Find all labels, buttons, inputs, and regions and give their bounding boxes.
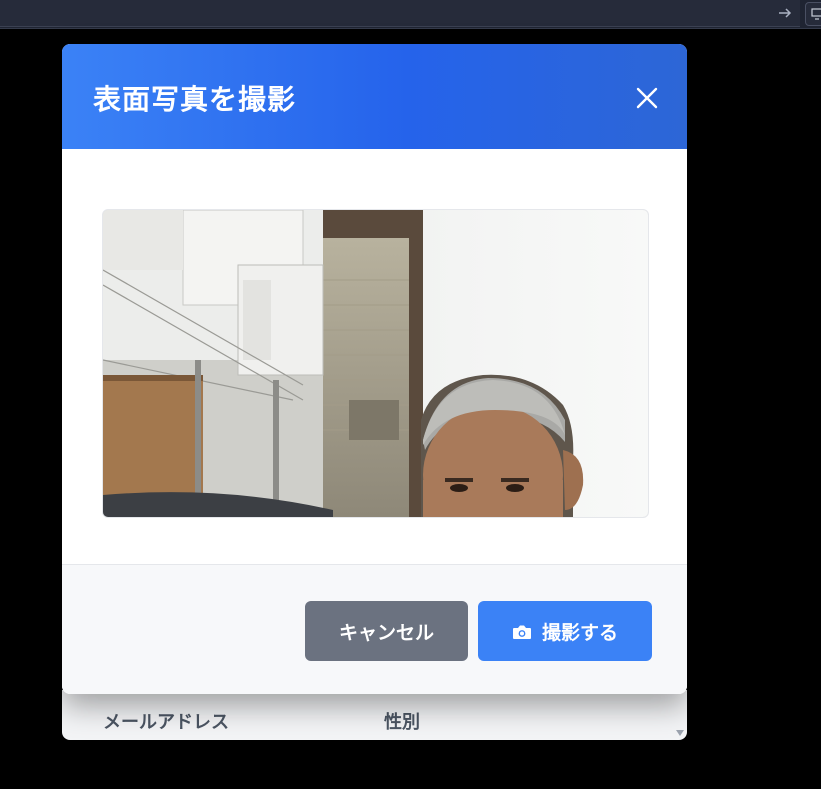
camera-feed-image [103,210,648,517]
capture-button-label: 撮影する [541,621,618,644]
photo-capture-modal: 表面写真を撮影 キャンセル 撮影する [62,44,687,694]
modal-body [62,149,687,564]
address-bar[interactable] [0,0,800,27]
close-icon [636,87,658,109]
modal-title: 表面写真を撮影 [93,83,297,116]
arrow-right-icon[interactable] [776,4,794,22]
background-table-header: メールアドレス 性別 [62,690,687,740]
browser-toolbar [0,0,821,29]
column-header-email: メールアドレス [103,712,229,733]
camera-preview [102,209,649,518]
cancel-button-label: キャンセル [338,621,434,644]
monitor-icon[interactable] [805,2,821,26]
cancel-button[interactable]: キャンセル [305,601,468,661]
column-header-gender: 性別 [384,712,420,733]
scroll-down-icon[interactable] [676,730,684,736]
modal-footer: キャンセル 撮影する [62,564,687,694]
modal-header: 表面写真を撮影 [62,44,687,149]
close-button[interactable] [630,81,664,115]
camera-icon [512,623,532,639]
capture-button[interactable]: 撮影する [478,601,652,661]
